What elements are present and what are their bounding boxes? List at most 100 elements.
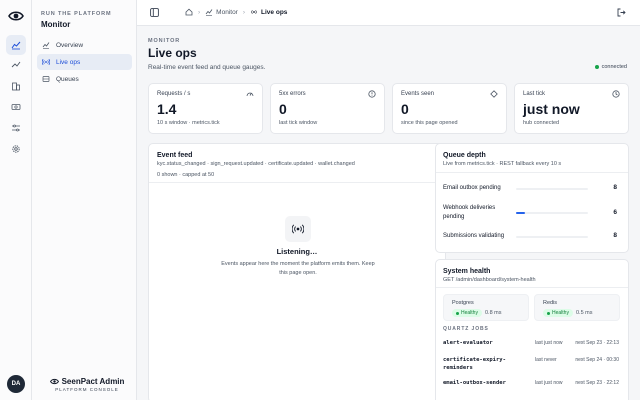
connection-status: connected bbox=[594, 64, 627, 70]
dependency-name: Redis bbox=[543, 300, 558, 306]
job-last-run: last never bbox=[535, 357, 557, 363]
queue-value: 6 bbox=[613, 209, 617, 216]
breadcrumb-label: Monitor bbox=[216, 8, 238, 16]
avatar[interactable]: DA bbox=[7, 375, 25, 393]
stat-value: 0 bbox=[401, 101, 409, 117]
queue-row: Webhook deliveries pending 6 bbox=[443, 204, 617, 224]
rail-activity-button[interactable] bbox=[6, 55, 26, 75]
job-last-run: last just now bbox=[535, 380, 563, 386]
sidebar-item-label: Queues bbox=[56, 75, 79, 83]
stat-card-5xx-errors: 5xx errors 0 last tick window bbox=[270, 83, 385, 134]
job-row: certificate-expiry-reminders last never … bbox=[443, 356, 619, 374]
gear-icon bbox=[12, 145, 20, 153]
breadcrumb-monitor[interactable]: Monitor bbox=[205, 8, 238, 16]
icon-rail: DA bbox=[0, 0, 32, 400]
dependency-latency: 0.5 ms bbox=[576, 310, 593, 316]
radio-signal-icon bbox=[292, 224, 304, 234]
stat-value: 1.4 bbox=[157, 101, 177, 117]
job-next-run: next Sep 23 · 22:13 bbox=[575, 340, 619, 346]
empty-state-title: Listening… bbox=[276, 247, 318, 256]
rail-monitor-button[interactable] bbox=[6, 35, 26, 55]
divider bbox=[436, 287, 628, 288]
gauge-icon bbox=[246, 92, 254, 97]
diamond-icon bbox=[490, 90, 498, 98]
sidebar-item-queues[interactable]: Queues bbox=[37, 71, 132, 87]
job-next-run: next Sep 24 · 00:30 bbox=[575, 357, 619, 363]
breadcrumb-label: Live ops bbox=[261, 8, 288, 16]
alert-circle-icon bbox=[368, 90, 376, 98]
queue-name: Email outbox pending bbox=[443, 185, 501, 191]
radio-signal-icon bbox=[42, 58, 50, 66]
queue-depth-title: Queue depth bbox=[443, 152, 486, 159]
sidebar-toggle-icon[interactable] bbox=[150, 8, 159, 17]
chart-line-icon bbox=[42, 41, 50, 49]
dependency-card-postgres: Postgres Healthy 0.8 ms bbox=[443, 294, 529, 321]
sidebar-item-label: Overview bbox=[56, 41, 84, 49]
breadcrumb-live-ops: Live ops bbox=[250, 8, 287, 16]
breadcrumb-separator: › bbox=[242, 8, 246, 16]
stat-label: Last tick bbox=[523, 91, 546, 97]
logout-icon[interactable] bbox=[617, 8, 626, 17]
radio-signal-icon bbox=[251, 10, 257, 14]
job-last-run: last just now bbox=[535, 340, 563, 346]
brand-subtitle: PLATFORM CONSOLE bbox=[55, 387, 119, 392]
queue-depth-subtitle: Live from metrics.tick · REST fallback e… bbox=[443, 161, 562, 167]
quartz-jobs-label: QUARTZ JOBS bbox=[443, 326, 489, 332]
dependency-latency: 0.8 ms bbox=[485, 310, 502, 316]
queue-row: Email outbox pending 8 bbox=[443, 184, 617, 194]
queue-depth-card: Queue depth Live from metrics.tick · RES… bbox=[435, 143, 629, 253]
eye-logo-icon bbox=[49, 378, 59, 385]
job-name: email-outbox-sender bbox=[443, 380, 506, 386]
page-kicker: MONITOR bbox=[148, 38, 181, 44]
queue-name: Submissions validating bbox=[443, 233, 505, 239]
stat-hint: 10 s window · metrics.tick bbox=[157, 120, 220, 126]
brand: SeenPact Admin PLATFORM CONSOLE bbox=[41, 377, 133, 392]
building-icon bbox=[12, 82, 20, 91]
home-icon[interactable] bbox=[185, 8, 193, 16]
stat-card-requests: Requests / s 1.4 10 s window · metrics.t… bbox=[148, 83, 263, 134]
page-title: Live ops bbox=[148, 46, 197, 60]
breadcrumb: › Monitor › Live ops bbox=[185, 8, 287, 16]
queue-stack-icon bbox=[42, 75, 50, 83]
sidebar-kicker: RUN THE PLATFORM bbox=[41, 11, 112, 17]
job-row: alert-evaluator last just now next Sep 2… bbox=[443, 339, 619, 349]
system-health-endpoint: GET /admin/dashboard/system-health bbox=[443, 277, 536, 283]
connection-status-label: connected bbox=[601, 64, 627, 70]
sidebar: RUN THE PLATFORM Monitor Overview Live o… bbox=[32, 0, 137, 400]
stat-hint: last tick window bbox=[279, 120, 318, 126]
brand-name: SeenPact Admin bbox=[61, 377, 125, 386]
sidebar-item-live-ops[interactable]: Live ops bbox=[37, 54, 132, 70]
status-badge-label: Healthy bbox=[461, 310, 478, 316]
queue-name: Webhook deliveries pending bbox=[443, 205, 496, 220]
banknote-icon bbox=[11, 104, 21, 110]
stat-value: just now bbox=[523, 101, 580, 117]
system-health-title: System health bbox=[443, 268, 491, 275]
rail-tuning-button[interactable] bbox=[6, 118, 26, 138]
rail-buildings-button[interactable] bbox=[6, 76, 26, 96]
queue-row: Submissions validating 8 bbox=[443, 232, 617, 242]
status-dot-icon bbox=[594, 65, 599, 69]
rail-billing-button[interactable] bbox=[6, 97, 26, 117]
job-next-run: next Sep 23 · 22:12 bbox=[575, 380, 619, 386]
event-feed-count: 0 shown · capped at 50 bbox=[157, 172, 215, 178]
listening-icon-box bbox=[285, 216, 311, 242]
area-chart-icon bbox=[11, 41, 21, 50]
clock-icon bbox=[612, 90, 620, 98]
sidebar-item-overview[interactable]: Overview bbox=[37, 37, 132, 53]
rail-settings-button[interactable] bbox=[6, 139, 26, 159]
stat-card-last-tick: Last tick just now hub connected bbox=[514, 83, 629, 134]
sidebar-item-label: Live ops bbox=[56, 58, 81, 66]
queue-value: 8 bbox=[613, 232, 617, 239]
top-bar: › Monitor › Live ops bbox=[137, 0, 640, 26]
status-dot-icon bbox=[456, 311, 459, 315]
sidebar-title: Monitor bbox=[41, 20, 71, 29]
stat-hint: hub connected bbox=[523, 120, 560, 126]
status-dot-icon bbox=[547, 311, 550, 315]
stat-label: Events seen bbox=[401, 91, 435, 97]
queue-value: 8 bbox=[613, 184, 617, 191]
dependency-card-redis: Redis Healthy 0.5 ms bbox=[534, 294, 620, 321]
divider bbox=[436, 172, 628, 173]
stat-hint: since this page opened bbox=[401, 120, 458, 126]
stat-card-events-seen: Events seen 0 since this page opened bbox=[392, 83, 507, 134]
event-feed-topics: kyc.status_changed · sign_request.update… bbox=[157, 161, 355, 167]
